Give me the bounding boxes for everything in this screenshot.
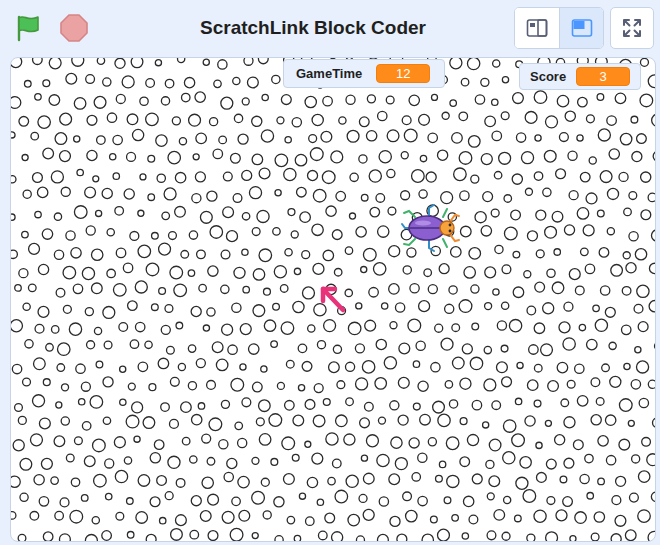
monitor-value: 12 — [376, 64, 430, 83]
stop-button[interactable] — [56, 10, 92, 46]
fullscreen-icon — [621, 17, 643, 39]
monitor-label: GameTime — [296, 66, 362, 81]
arrow-sprite[interactable] — [317, 282, 349, 316]
stage-mode-group — [514, 7, 604, 49]
variable-monitor[interactable]: GameTime 12 — [283, 59, 445, 88]
small-stage-icon — [526, 18, 548, 38]
player: ScratchLink Block Coder GameTime 12 Score 3 — [0, 0, 660, 545]
project-title: ScratchLink Block Coder — [92, 17, 514, 39]
normal-stage-button[interactable] — [559, 8, 603, 48]
green-flag-icon — [13, 13, 43, 43]
stage[interactable]: GameTime 12 Score 3 — [10, 57, 656, 542]
monitor-label: Score — [530, 69, 566, 84]
variable-monitor[interactable]: Score 3 — [519, 63, 641, 90]
top-bar: ScratchLink Block Coder — [0, 0, 660, 56]
stop-icon — [59, 13, 89, 43]
green-flag-button[interactable] — [10, 10, 46, 46]
small-stage-button[interactable] — [515, 8, 559, 48]
controls — [10, 10, 92, 46]
fullscreen-button[interactable] — [610, 7, 654, 49]
normal-stage-icon — [571, 18, 593, 38]
beetle-sprite[interactable] — [399, 203, 461, 253]
monitor-value: 3 — [576, 67, 630, 86]
